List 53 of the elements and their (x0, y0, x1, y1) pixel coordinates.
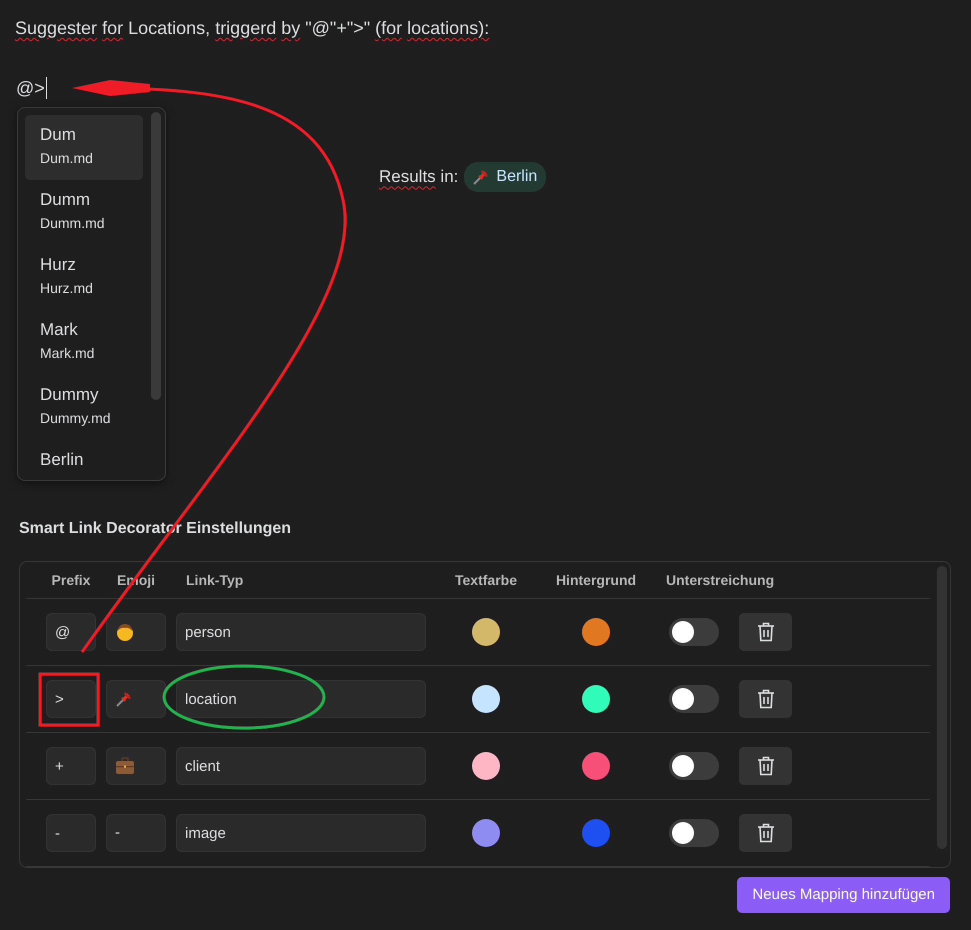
link-type-field[interactable]: image (176, 814, 426, 852)
column-header: Prefix (52, 570, 90, 590)
text-cursor (46, 77, 47, 99)
prefix-field[interactable]: @ (46, 613, 96, 651)
trash-icon (756, 756, 774, 776)
column-header: Textfarbe (455, 570, 517, 590)
result-label: Results in: (379, 166, 458, 188)
column-header: Unterstreichung (665, 570, 776, 590)
toggle-switch[interactable] (669, 819, 719, 847)
link-type-field[interactable]: client (176, 747, 426, 785)
text-color-swatch[interactable] (472, 752, 500, 780)
person-icon (115, 622, 135, 642)
suggestion-item[interactable]: Dumm Dumm.md (25, 180, 143, 245)
background-color-swatch[interactable] (582, 685, 610, 713)
delete-button[interactable] (739, 814, 792, 852)
text-color-swatch[interactable] (472, 819, 500, 847)
background-color-swatch[interactable] (582, 618, 610, 646)
trash-icon (756, 689, 774, 709)
toggle-switch[interactable] (669, 618, 719, 646)
pushpin-icon (472, 168, 490, 186)
prefix-field[interactable]: > (46, 680, 96, 718)
emoji-field[interactable]: - (106, 814, 166, 852)
suggestion-item[interactable]: Dum Dum.md (25, 115, 143, 180)
prefix-field[interactable]: - (46, 814, 96, 852)
background-color-swatch[interactable] (582, 752, 610, 780)
heading-text: Suggester for Locations, triggerd by "@"+">" (for locations): (14, 17, 490, 40)
suggestion-item[interactable]: Berlin (25, 440, 143, 480)
pushpin-icon (115, 690, 133, 708)
delete-button[interactable] (739, 680, 792, 718)
link-type-field[interactable]: location (176, 680, 426, 718)
suggestion-item[interactable]: Hurz Hurz.md (25, 245, 143, 310)
emoji-field[interactable] (106, 613, 166, 651)
delete-button[interactable] (739, 613, 792, 651)
typed-text: @> (16, 77, 45, 100)
text-color-swatch[interactable] (472, 685, 500, 713)
suggestion-item[interactable]: Dummy Dummy.md (25, 375, 143, 440)
suggestion-item[interactable]: Mark Mark.md (25, 310, 143, 375)
prefix-field[interactable]: + (46, 747, 96, 785)
text-color-swatch[interactable] (472, 618, 500, 646)
briefcase-icon (115, 757, 135, 775)
emoji-field[interactable] (106, 747, 166, 785)
trash-icon (756, 622, 774, 642)
trash-icon (756, 823, 774, 843)
toggle-switch[interactable] (669, 685, 719, 713)
delete-button[interactable] (739, 747, 792, 785)
toggle-switch[interactable] (669, 752, 719, 780)
emoji-field[interactable] (106, 680, 166, 718)
column-header: Hintergrund (556, 570, 636, 590)
add-mapping-button[interactable]: Neues Mapping hinzufügen (737, 877, 950, 913)
link-chip[interactable]: Berlin (464, 162, 546, 192)
link-type-field[interactable]: person (176, 613, 426, 651)
column-header: Link-Typ (185, 570, 244, 590)
background-color-swatch[interactable] (582, 819, 610, 847)
